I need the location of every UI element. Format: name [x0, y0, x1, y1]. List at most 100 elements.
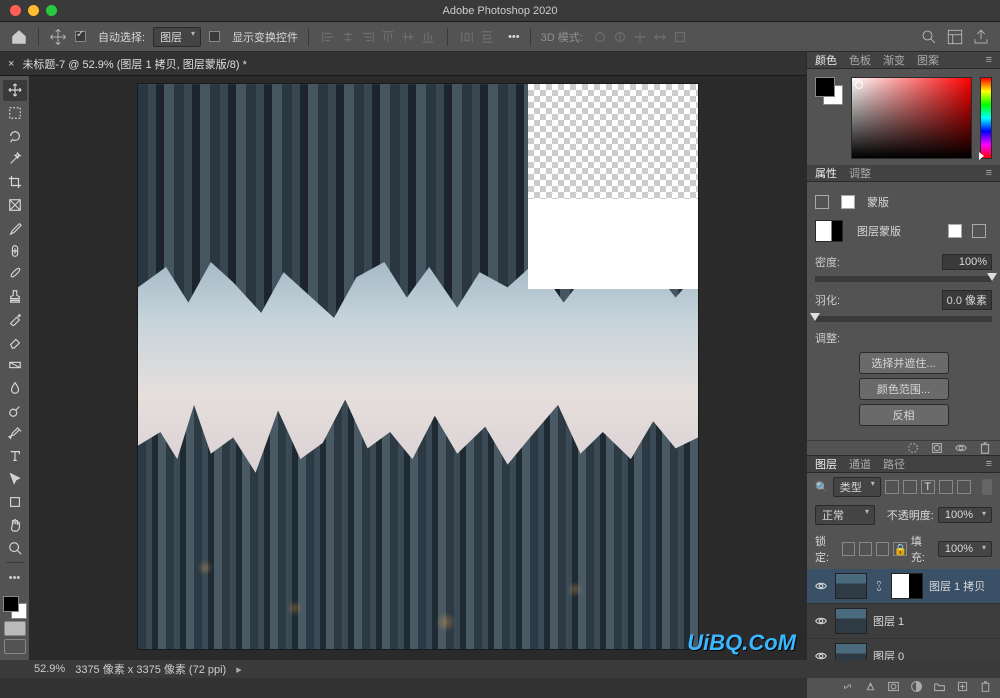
screenmode[interactable] — [4, 639, 26, 654]
feather-value[interactable]: 0.0 像素 — [942, 290, 992, 310]
blur-tool[interactable] — [3, 377, 27, 398]
3d-scale[interactable] — [671, 28, 689, 46]
properties-panel-menu[interactable]: ≡ — [986, 167, 992, 179]
status-zoom[interactable]: 52.9% — [34, 663, 65, 675]
filter-smart-icon[interactable] — [957, 480, 971, 494]
fill-value[interactable]: 100% — [938, 541, 992, 557]
3d-roll[interactable] — [611, 28, 629, 46]
pen-tool[interactable] — [3, 423, 27, 444]
move-tool[interactable] — [3, 80, 27, 101]
type-tool[interactable] — [3, 446, 27, 467]
lock-all-icon[interactable]: 🔒 — [893, 542, 907, 556]
hue-slider[interactable] — [980, 77, 992, 159]
filter-pixel-icon[interactable] — [885, 480, 899, 494]
brush-tool[interactable] — [3, 263, 27, 284]
lasso-tool[interactable] — [3, 126, 27, 147]
mask-thumbnail[interactable] — [815, 220, 843, 242]
layers-panel-menu[interactable]: ≡ — [986, 458, 992, 470]
align-top[interactable] — [379, 28, 397, 46]
layer-row[interactable]: 图层 1 拷贝 — [807, 569, 1000, 604]
3d-orbit[interactable] — [591, 28, 609, 46]
lock-artboard-icon[interactable] — [876, 542, 889, 556]
auto-select-kind[interactable]: 图层 — [153, 27, 201, 47]
filter-toggle[interactable] — [982, 479, 992, 495]
layer-row[interactable]: 图层 1 — [807, 604, 1000, 639]
eraser-tool[interactable] — [3, 332, 27, 353]
invert-button[interactable]: 反相 — [859, 404, 949, 426]
tab-layers[interactable]: 图层 — [815, 456, 837, 472]
healing-tool[interactable] — [3, 240, 27, 261]
tab-channels[interactable]: 通道 — [849, 456, 871, 472]
align-center-v[interactable] — [399, 28, 417, 46]
color-range-button[interactable]: 颜色范围... — [859, 378, 949, 400]
blend-mode[interactable]: 正常 — [815, 505, 875, 525]
search-icon[interactable] — [920, 28, 938, 46]
close-window[interactable] — [10, 5, 21, 16]
distribute-h[interactable] — [458, 28, 476, 46]
tab-adjustments[interactable]: 调整 — [849, 165, 871, 181]
zoom-window[interactable] — [46, 5, 57, 16]
show-transform-checkbox[interactable] — [209, 31, 220, 42]
visibility-toggle[interactable] — [813, 578, 829, 594]
density-value[interactable]: 100% — [942, 254, 992, 270]
color-field[interactable] — [851, 77, 972, 159]
crop-tool[interactable] — [3, 172, 27, 193]
select-and-mask-button[interactable]: 选择并遮住... — [859, 352, 949, 374]
layer-mask-icon[interactable] — [887, 680, 900, 693]
layer-filter-kind[interactable]: 类型 — [833, 477, 881, 497]
document-canvas[interactable] — [138, 84, 698, 649]
color-panel-menu[interactable]: ≡ — [986, 54, 992, 66]
path-select-tool[interactable] — [3, 469, 27, 490]
minimize-window[interactable] — [28, 5, 39, 16]
gradient-tool[interactable] — [3, 355, 27, 376]
opacity-value[interactable]: 100% — [938, 507, 992, 523]
visibility-toggle[interactable] — [813, 613, 829, 629]
hand-tool[interactable] — [3, 515, 27, 536]
mask-thumbnail[interactable] — [891, 573, 923, 599]
dodge-tool[interactable] — [3, 400, 27, 421]
eyedropper-tool[interactable] — [3, 217, 27, 238]
link-layers-icon[interactable] — [841, 680, 854, 693]
status-doc-size[interactable]: 3375 像素 x 3375 像素 (72 ppi) — [75, 661, 226, 677]
auto-select-checkbox[interactable] — [75, 31, 86, 42]
apply-mask-icon[interactable] — [930, 441, 944, 455]
feather-slider[interactable] — [815, 316, 992, 322]
filter-type-icon[interactable]: T — [921, 480, 935, 494]
vector-mask-select[interactable] — [972, 224, 986, 238]
frame-tool[interactable] — [3, 194, 27, 215]
3d-slide[interactable] — [651, 28, 669, 46]
share-icon[interactable] — [972, 28, 990, 46]
shape-tool[interactable] — [3, 492, 27, 513]
workspace-icon[interactable] — [946, 28, 964, 46]
lock-pixels-icon[interactable] — [842, 542, 855, 556]
3d-pan[interactable] — [631, 28, 649, 46]
home-button[interactable] — [10, 28, 28, 46]
tab-color[interactable]: 颜色 — [815, 52, 837, 68]
group-icon[interactable] — [933, 680, 946, 693]
wand-tool[interactable] — [3, 149, 27, 170]
mask-link-icon[interactable] — [873, 580, 885, 592]
tab-properties[interactable]: 属性 — [815, 165, 837, 181]
adjustment-layer-icon[interactable] — [910, 680, 923, 693]
tab-swatches[interactable]: 色板 — [849, 52, 871, 68]
pixel-mask-select[interactable] — [948, 224, 962, 238]
distribute-v[interactable] — [478, 28, 496, 46]
edit-toolbar[interactable]: ••• — [3, 567, 27, 588]
align-right[interactable] — [359, 28, 377, 46]
tab-gradients[interactable]: 渐变 — [883, 52, 905, 68]
tab-paths[interactable]: 路径 — [883, 456, 905, 472]
align-bottom[interactable] — [419, 28, 437, 46]
delete-layer-icon[interactable] — [979, 680, 992, 693]
delete-mask-icon[interactable] — [978, 441, 992, 455]
layer-thumbnail[interactable] — [835, 573, 867, 599]
document-tab[interactable]: 未标题-7 @ 52.9% (图层 1 拷贝, 图层蒙版/8) * — [22, 56, 246, 72]
toggle-mask-icon[interactable] — [954, 441, 968, 455]
layer-thumbnail[interactable] — [835, 608, 867, 634]
new-layer-icon[interactable] — [956, 680, 969, 693]
load-selection-icon[interactable] — [906, 441, 920, 455]
quickmask-standard[interactable] — [4, 621, 26, 636]
layer-name[interactable]: 图层 1 拷贝 — [929, 578, 985, 594]
filter-shape-icon[interactable] — [939, 480, 953, 494]
density-slider[interactable] — [815, 276, 992, 282]
stamp-tool[interactable] — [3, 286, 27, 307]
